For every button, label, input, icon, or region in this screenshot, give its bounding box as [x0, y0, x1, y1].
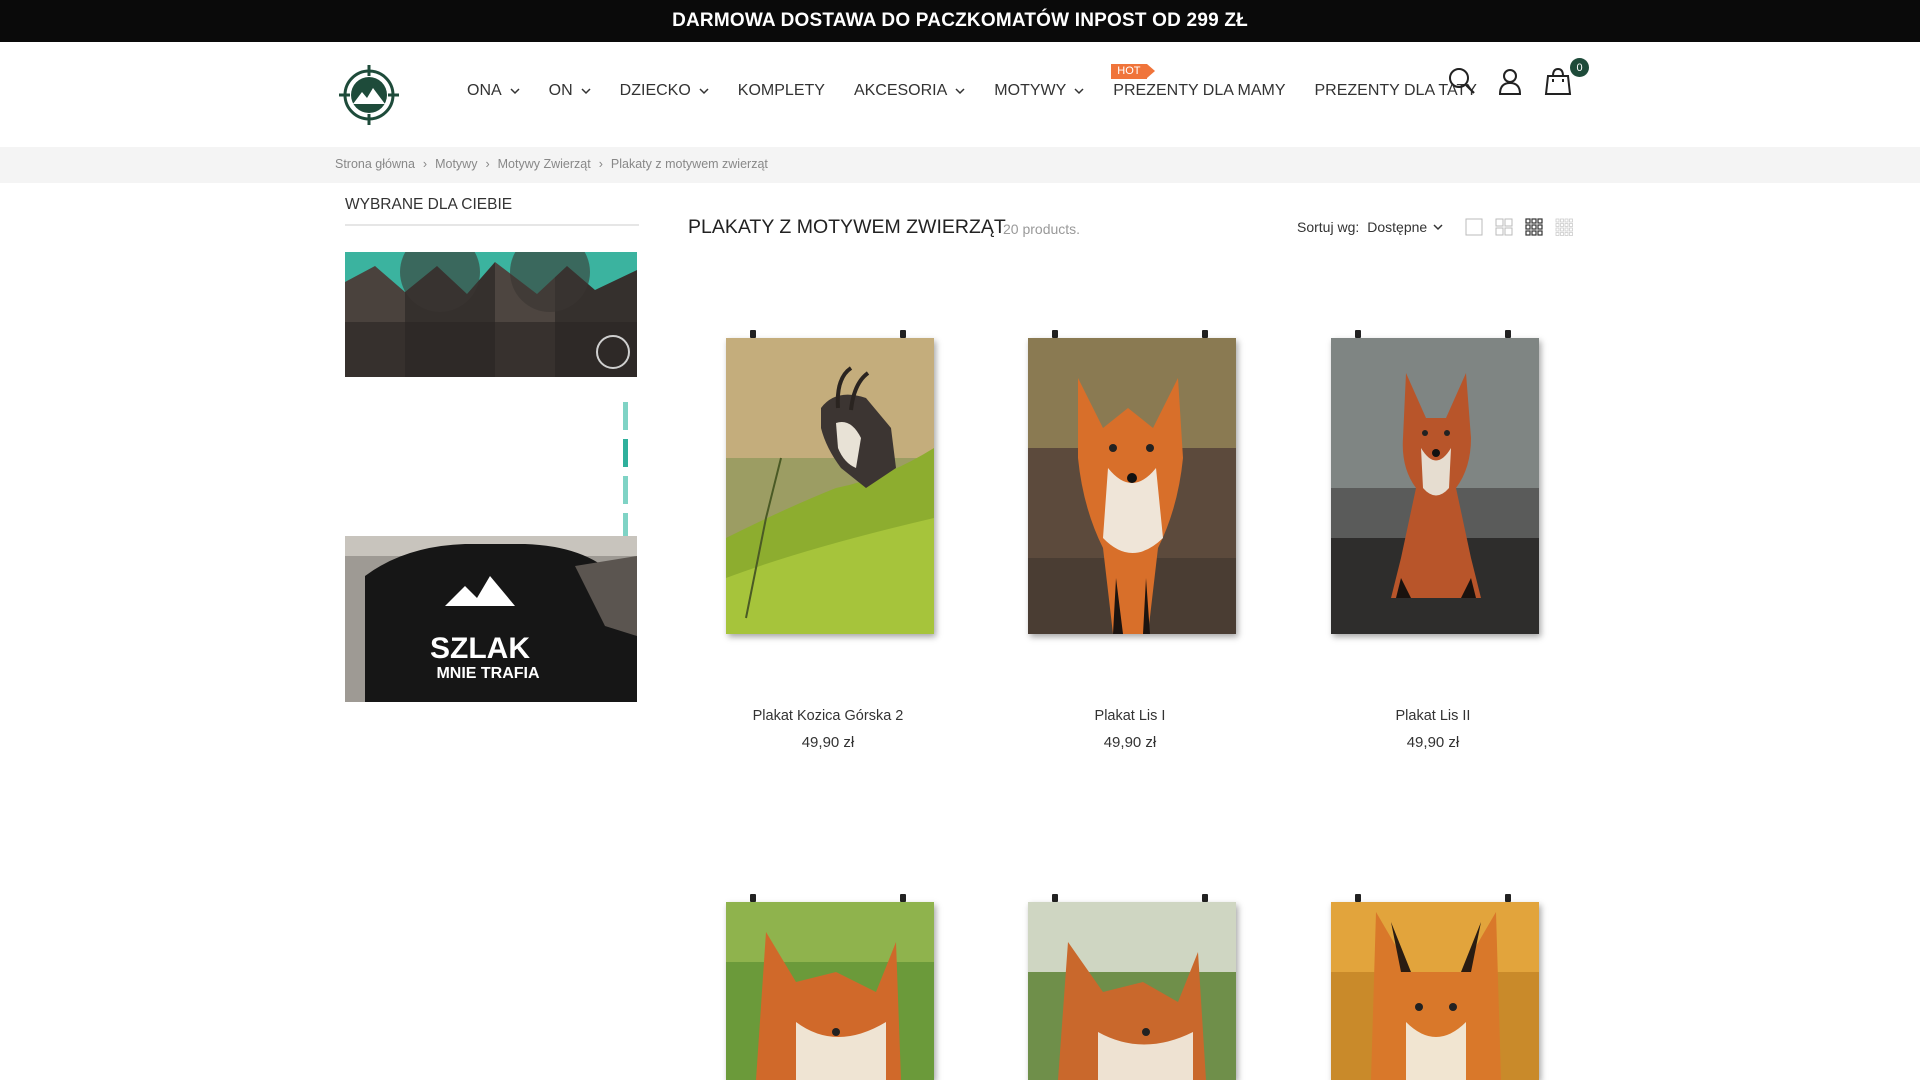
nav-item-prezenty-dla-mamy[interactable]: HOT PREZENTY DLA MAMY	[1111, 64, 1286, 100]
nav-item-ona[interactable]: ONA	[467, 82, 520, 100]
nav-item-on[interactable]: ON	[549, 82, 591, 100]
nav-item-label: PREZENTY DLA MAMY	[1113, 82, 1286, 99]
nav-item-motywy[interactable]: MOTYWY	[994, 82, 1084, 100]
header-icons: 0	[1447, 58, 1591, 98]
product-price: 49,90 zł	[801, 734, 855, 751]
product-image[interactable]	[1331, 902, 1539, 1080]
breadcrumb-separator: ›	[598, 157, 603, 171]
chevron-down-icon	[955, 88, 965, 95]
breadcrumb-current: Plakaty z motywem zwierząt	[610, 157, 768, 171]
product-image[interactable]	[1331, 338, 1539, 634]
poster-clip	[1505, 330, 1511, 338]
product-count: 20 products.	[1003, 221, 1081, 237]
breadcrumb-separator: ›	[485, 157, 490, 171]
shopping-bag-icon[interactable]: 0	[1543, 58, 1589, 98]
product-image[interactable]	[1028, 902, 1236, 1080]
slider-dot-active[interactable]	[623, 439, 628, 467]
product-image[interactable]	[726, 902, 934, 1080]
breadcrumb-separator: ›	[422, 157, 428, 171]
hot-badge: HOT	[1111, 64, 1155, 79]
poster-clip	[1355, 330, 1361, 338]
cart-count-badge: 0	[1570, 58, 1589, 77]
chevron-down-icon	[510, 88, 520, 95]
product-name[interactable]: Plakat Lis I	[995, 708, 1265, 724]
poster-clip	[1052, 894, 1058, 902]
nav-item-label: ONA	[467, 82, 502, 99]
banner-text-line2: MNIE TRAFIA	[436, 665, 540, 682]
slider-dot[interactable]	[623, 402, 628, 430]
sort-control[interactable]: Sortuj wg: Dostępne	[1297, 219, 1443, 235]
sidebar: WYBRANE DLA CIEBIE SZLAK MNIE TRAFIA	[345, 196, 639, 702]
sort-value[interactable]: Dostępne	[1367, 219, 1427, 235]
nav-item-label: DZIECKO	[619, 82, 691, 99]
promo-bar: DARMOWA DOSTAWA DO PACZKOMATÓW INPOST OD…	[0, 0, 1920, 42]
breadcrumb-bar: Strona główna › Motywy › Motywy Zwierząt…	[0, 147, 1920, 183]
grid-4-icon[interactable]	[1555, 218, 1573, 236]
site-logo[interactable]	[338, 64, 400, 126]
sidebar-title: WYBRANE DLA CIEBIE	[345, 196, 639, 226]
slider-dots	[623, 402, 629, 550]
grid-view-switcher	[1465, 218, 1585, 236]
poster-clip	[1202, 894, 1208, 902]
chevron-down-icon	[1074, 88, 1084, 95]
product-name[interactable]: Plakat Kozica Górska 2	[693, 708, 963, 724]
chevron-down-icon	[699, 88, 709, 95]
product-image[interactable]	[726, 338, 934, 634]
poster-clip	[1505, 894, 1511, 902]
banner-text-line1: SZLAK	[430, 632, 530, 665]
poster-clip	[750, 894, 756, 902]
chevron-down-icon	[581, 88, 591, 95]
user-icon[interactable]	[1495, 66, 1527, 98]
product-name[interactable]: Plakat Lis II	[1298, 708, 1568, 724]
poster-clip	[1052, 330, 1058, 338]
promo-banner-image[interactable]	[345, 252, 637, 377]
poster-clip	[1202, 330, 1208, 338]
nav-item-komplety[interactable]: KOMPLETY	[738, 82, 825, 100]
grid-2-icon[interactable]	[1495, 218, 1513, 236]
product-price: 49,90 zł	[1406, 734, 1460, 751]
category-title: PLAKATY Z MOTYWEM ZWIERZĄT	[688, 216, 1006, 238]
breadcrumb-link[interactable]: Motywy Zwierząt	[498, 157, 591, 171]
nav-item-label: MOTYWY	[994, 82, 1067, 99]
product-price: 49,90 zł	[1103, 734, 1157, 751]
breadcrumb: Strona główna › Motywy › Motywy Zwierząt…	[335, 157, 768, 171]
product-image[interactable]	[1028, 338, 1236, 634]
main-nav: ONA ON DZIECKO KOMPLETY AKCESORIA MOTYWY…	[467, 64, 1506, 100]
nav-item-akcesoria[interactable]: AKCESORIA	[854, 82, 965, 100]
breadcrumb-link[interactable]: Strona główna	[335, 157, 415, 171]
grid-1-icon[interactable]	[1465, 218, 1483, 236]
site-header: ONA ON DZIECKO KOMPLETY AKCESORIA MOTYWY…	[0, 42, 1920, 147]
nav-item-label: AKCESORIA	[853, 82, 948, 99]
nav-item-dziecko[interactable]: DZIECKO	[620, 82, 709, 100]
promo-text: DARMOWA DOSTAWA DO PACZKOMATÓW INPOST OD…	[672, 10, 1248, 31]
poster-clip	[900, 330, 906, 338]
nav-item-label: KOMPLETY	[737, 82, 825, 99]
poster-clip	[1355, 894, 1361, 902]
breadcrumb-link[interactable]: Motywy	[435, 157, 477, 171]
promo-banner-tshirt[interactable]: SZLAK MNIE TRAFIA	[345, 536, 637, 702]
nav-item-label: ON	[548, 82, 573, 99]
grid-3-icon[interactable]	[1525, 218, 1543, 236]
slider-dot[interactable]	[623, 476, 628, 504]
poster-clip	[750, 330, 756, 338]
search-icon[interactable]	[1447, 66, 1479, 98]
sort-label: Sortuj wg:	[1297, 219, 1360, 235]
poster-clip	[900, 894, 906, 902]
chevron-down-icon	[1433, 224, 1443, 231]
